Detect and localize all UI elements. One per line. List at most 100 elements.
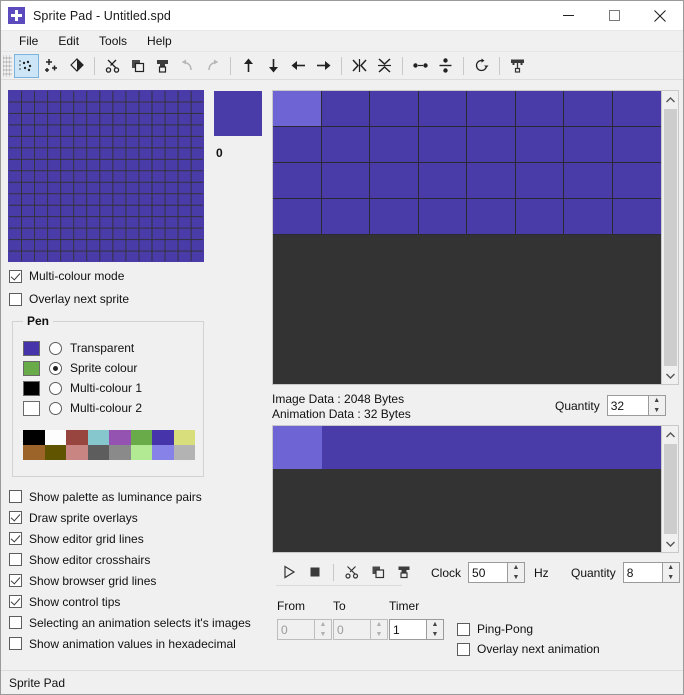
editor-cell[interactable] xyxy=(467,91,516,127)
animation-frames[interactable] xyxy=(273,426,661,469)
menu-tools[interactable]: Tools xyxy=(89,32,137,50)
shift-right-icon[interactable] xyxy=(311,54,336,78)
show-editor-crosshairs[interactable]: Show editor crosshairs xyxy=(9,549,269,570)
palette-swatch-0[interactable] xyxy=(23,430,45,445)
menu-edit[interactable]: Edit xyxy=(48,32,89,50)
editor-cell[interactable] xyxy=(564,199,613,235)
palette-swatch-12[interactable] xyxy=(109,445,131,460)
spin-up-icon[interactable]: ▲ xyxy=(427,620,443,630)
show-control-tips[interactable]: Show control tips xyxy=(9,591,269,612)
animation-quantity-input[interactable]: 8 xyxy=(622,562,663,583)
clock-input[interactable]: 50 xyxy=(468,562,509,583)
editor-cell[interactable] xyxy=(273,91,322,127)
editor-cell[interactable] xyxy=(467,163,516,199)
pen-option-transparent[interactable]: Transparent xyxy=(23,338,198,358)
menu-help[interactable]: Help xyxy=(137,32,182,50)
from-stepper[interactable]: 0 ▲ ▼ xyxy=(277,619,332,640)
add-sprite-icon[interactable] xyxy=(39,54,64,78)
spin-up-icon[interactable]: ▲ xyxy=(371,620,387,630)
checkbox-icon[interactable] xyxy=(9,511,22,524)
animation-frame[interactable] xyxy=(321,426,661,469)
spin-down-icon[interactable]: ▼ xyxy=(663,573,679,583)
show-editor-grid-lines[interactable]: Show editor grid lines xyxy=(9,528,269,549)
to-spin[interactable]: ▲ ▼ xyxy=(371,619,388,640)
select-tool-icon[interactable] xyxy=(14,53,39,78)
editor-cell[interactable] xyxy=(273,127,322,163)
spin-down-icon[interactable]: ▼ xyxy=(508,573,524,583)
palette-swatch-7[interactable] xyxy=(173,430,195,445)
sprite-preview[interactable] xyxy=(214,91,262,136)
center-horizontal-icon[interactable] xyxy=(408,54,433,78)
editor-cell[interactable] xyxy=(612,91,661,127)
play-icon[interactable] xyxy=(276,560,302,584)
palette-swatch-15[interactable] xyxy=(173,445,195,460)
show-animation-values-hex[interactable]: Show animation values in hexadecimal xyxy=(9,633,269,654)
scroll-down-icon[interactable] xyxy=(663,535,678,552)
palette-swatch-13[interactable] xyxy=(130,445,152,460)
redo-icon[interactable] xyxy=(200,54,225,78)
palette-swatch-8[interactable] xyxy=(23,445,45,460)
sprite-editor[interactable] xyxy=(272,90,662,385)
timer-spin[interactable]: ▲ ▼ xyxy=(427,619,444,640)
palette-swatch-6[interactable] xyxy=(152,430,174,445)
image-quantity-stepper[interactable]: 32 ▲ ▼ xyxy=(606,395,666,416)
copy-icon[interactable] xyxy=(365,560,391,584)
copy-icon[interactable] xyxy=(125,54,150,78)
spin-up-icon[interactable]: ▲ xyxy=(508,563,524,573)
palette-swatch-14[interactable] xyxy=(152,445,174,460)
pen-swatch-multi-colour-1[interactable] xyxy=(23,380,40,396)
to-input[interactable]: 0 xyxy=(333,619,371,640)
shift-up-icon[interactable] xyxy=(236,54,261,78)
show-palette-luminance-pairs[interactable]: Show palette as luminance pairs xyxy=(9,486,269,507)
palette-swatch-5[interactable] xyxy=(130,430,152,445)
editor-cell[interactable] xyxy=(467,199,516,235)
animation-quantity-spin[interactable]: ▲ ▼ xyxy=(662,562,680,583)
checkbox-icon[interactable] xyxy=(9,292,22,306)
editor-cell[interactable] xyxy=(273,163,322,199)
editor-cell[interactable] xyxy=(418,91,467,127)
palette-swatch-10[interactable] xyxy=(66,445,88,460)
editor-cell[interactable] xyxy=(273,199,322,235)
to-stepper[interactable]: 0 ▲ ▼ xyxy=(333,619,388,640)
flip-vertical-icon[interactable] xyxy=(372,54,397,78)
sprite-overlay-icon[interactable] xyxy=(505,54,530,78)
rotate-icon[interactable] xyxy=(469,54,494,78)
editor-cell[interactable] xyxy=(370,199,419,235)
ping-pong-checkbox[interactable]: Ping-Pong xyxy=(457,620,533,638)
image-quantity-input[interactable]: 32 xyxy=(606,395,649,416)
editor-cell[interactable] xyxy=(564,163,613,199)
pen-option-multi-colour-2[interactable]: Multi-colour 2 xyxy=(23,398,198,418)
checkbox-icon[interactable] xyxy=(9,532,22,545)
editor-cell[interactable] xyxy=(612,163,661,199)
spin-down-icon[interactable]: ▼ xyxy=(649,406,665,416)
animation-frame[interactable] xyxy=(273,426,322,469)
overlay-next-sprite[interactable]: Overlay next sprite xyxy=(9,290,239,308)
editor-cell[interactable] xyxy=(321,127,370,163)
spin-down-icon[interactable]: ▼ xyxy=(427,630,443,640)
menu-file[interactable]: File xyxy=(9,32,48,50)
show-browser-grid-lines[interactable]: Show browser grid lines xyxy=(9,570,269,591)
shift-left-icon[interactable] xyxy=(286,54,311,78)
sprite-browser[interactable] xyxy=(8,90,204,262)
shift-down-icon[interactable] xyxy=(261,54,286,78)
editor-cell[interactable] xyxy=(321,199,370,235)
editor-cell[interactable] xyxy=(467,127,516,163)
checkbox-icon[interactable] xyxy=(457,642,470,656)
palette-swatch-2[interactable] xyxy=(66,430,88,445)
spin-down-icon[interactable]: ▼ xyxy=(315,630,331,640)
checkbox-icon[interactable] xyxy=(9,616,22,629)
radio-icon[interactable] xyxy=(49,401,62,415)
cut-icon[interactable] xyxy=(339,560,365,584)
scrollbar-thumb[interactable] xyxy=(663,109,677,366)
spin-up-icon[interactable]: ▲ xyxy=(649,396,665,406)
clock-spin[interactable]: ▲ ▼ xyxy=(508,562,526,583)
timer-stepper[interactable]: 1 ▲ ▼ xyxy=(389,619,444,640)
maximize-button[interactable] xyxy=(591,1,637,31)
clock-stepper[interactable]: 50 ▲ ▼ xyxy=(468,562,526,583)
pen-swatch-multi-colour-2[interactable] xyxy=(23,400,40,416)
radio-icon[interactable] xyxy=(49,361,62,375)
from-input[interactable]: 0 xyxy=(277,619,315,640)
pen-swatch-transparent[interactable] xyxy=(23,340,40,356)
stop-icon[interactable] xyxy=(302,560,328,584)
overlay-next-animation-checkbox[interactable]: Overlay next animation xyxy=(457,640,600,658)
